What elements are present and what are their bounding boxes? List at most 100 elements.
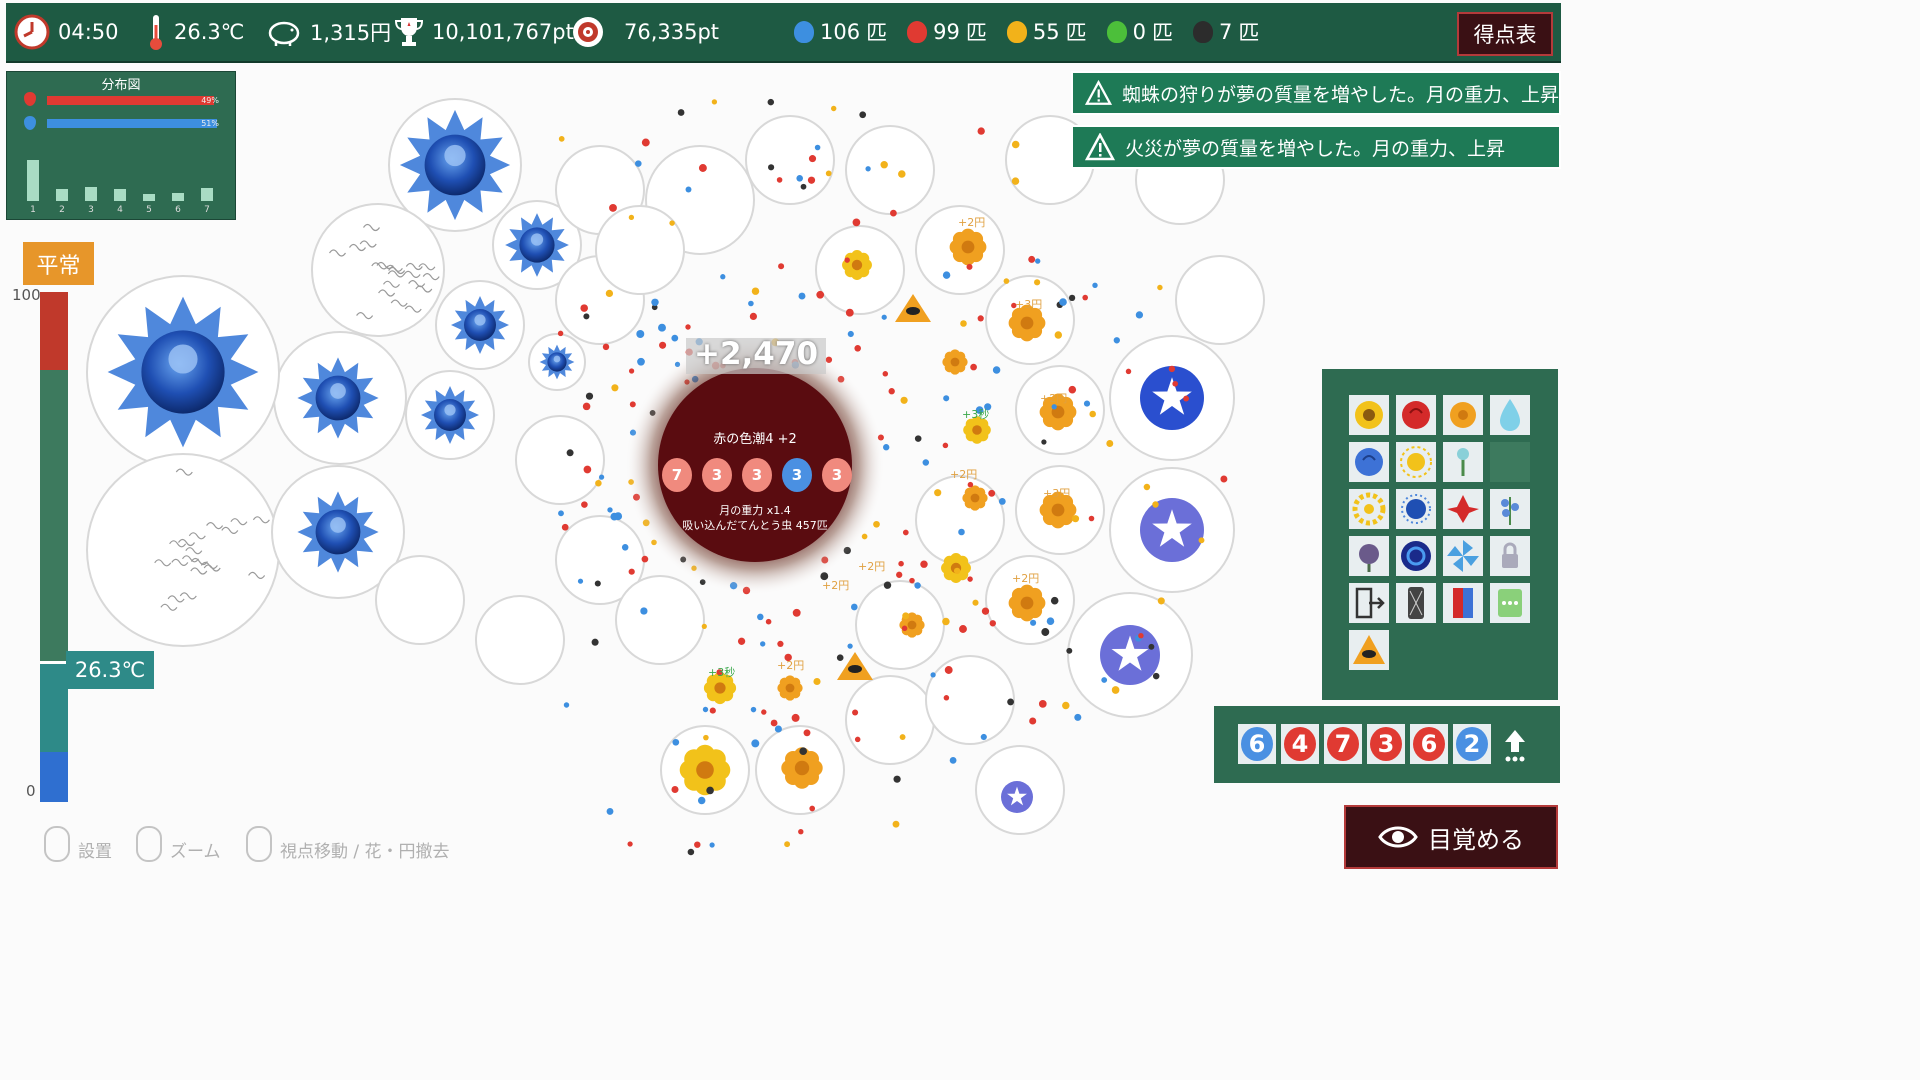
ladybug xyxy=(992,366,1001,374)
ladybug xyxy=(558,510,564,517)
garden-plot xyxy=(515,415,605,505)
ladybug xyxy=(944,666,953,674)
field-popup: +3秒 xyxy=(962,408,990,421)
marigold-flower[interactable] xyxy=(777,675,803,701)
ladybug xyxy=(698,164,707,172)
ladybug xyxy=(595,479,602,487)
ladybug xyxy=(854,736,861,743)
wake-up-button[interactable]: 目覚める xyxy=(1344,805,1558,869)
temperature-value: 26.3℃ xyxy=(174,20,245,44)
ladybug xyxy=(557,330,564,337)
ladybug xyxy=(850,603,858,611)
ladybug xyxy=(709,842,715,848)
palette-slot[interactable] xyxy=(1443,489,1483,529)
ladybug xyxy=(607,507,613,513)
eye-pyramid[interactable] xyxy=(895,294,931,322)
palette-slot[interactable] xyxy=(1396,442,1436,482)
marigold-flower[interactable] xyxy=(679,744,731,796)
ladybug xyxy=(852,218,861,227)
morning-glory-flower[interactable] xyxy=(1001,781,1033,813)
ladybug xyxy=(636,330,645,338)
ladybug-icon xyxy=(1106,21,1127,43)
upload-arrow-icon[interactable] xyxy=(1500,728,1530,764)
ladybug xyxy=(1003,278,1010,284)
marigold-flower[interactable] xyxy=(942,349,968,375)
palette-slot[interactable] xyxy=(1443,583,1483,623)
histogram-label: 7 xyxy=(204,205,210,215)
morning-glory-flower[interactable] xyxy=(1100,625,1160,685)
ladybug xyxy=(1074,713,1082,721)
palette-slot[interactable] xyxy=(1490,583,1530,623)
ladybug xyxy=(1068,385,1077,394)
palette-slot[interactable] xyxy=(1396,583,1436,623)
ladybug xyxy=(1125,368,1132,375)
marigold-flower[interactable] xyxy=(949,228,987,266)
tide-ladybug: 7 xyxy=(662,458,692,492)
palette-slot[interactable] xyxy=(1349,630,1389,670)
scoreboard-button[interactable]: 得点表 xyxy=(1457,12,1553,56)
ladybug xyxy=(972,599,979,606)
bug-count-unit: 匹 xyxy=(1065,21,1087,45)
ladybug-icon: 6 xyxy=(1413,727,1445,761)
ladybug xyxy=(706,786,714,795)
ladybug xyxy=(959,625,967,633)
morning-glory-flower[interactable] xyxy=(1140,366,1204,430)
palette-slot[interactable] xyxy=(1490,536,1530,576)
palette-slot[interactable] xyxy=(1396,536,1436,576)
bug-count-value: 0 xyxy=(1132,20,1146,44)
queued-ladybug: 2 xyxy=(1453,724,1491,764)
ladybug xyxy=(898,560,904,567)
ladybug xyxy=(777,640,784,648)
marigold-flower[interactable] xyxy=(1008,584,1046,622)
ladybug xyxy=(813,677,821,686)
bug-count-item: 106 匹 xyxy=(794,17,887,47)
red-drop-icon xyxy=(24,92,36,106)
palette-slot[interactable] xyxy=(1443,536,1483,576)
queued-ladybug: 4 xyxy=(1281,724,1319,764)
marigold-flower[interactable] xyxy=(842,250,872,280)
gauge-temperature-value: 26.3℃ xyxy=(66,651,154,689)
palette-slot[interactable] xyxy=(1490,489,1530,529)
palette-slot[interactable] xyxy=(1396,395,1436,435)
gauge-cold-zone xyxy=(40,752,68,802)
bug-count-unit: 匹 xyxy=(1238,21,1260,45)
ladybug xyxy=(1198,537,1205,544)
queued-ladybug-number: 3 xyxy=(1377,730,1395,758)
palette-slot[interactable] xyxy=(1349,583,1389,623)
ladybug xyxy=(890,209,897,217)
palette-slot[interactable] xyxy=(1443,395,1483,435)
palette-slot[interactable] xyxy=(1490,395,1530,435)
water-drop-icon xyxy=(1500,399,1520,431)
ladybug xyxy=(610,512,619,521)
garden-plot xyxy=(311,203,445,337)
field-popup: +2円 xyxy=(958,216,986,229)
ladybug xyxy=(816,290,825,299)
ladybug xyxy=(830,105,837,112)
palette-slot[interactable] xyxy=(1349,395,1389,435)
palette-slot[interactable] xyxy=(1349,536,1389,576)
palette-slot[interactable] xyxy=(1396,489,1436,529)
ladybug xyxy=(809,805,816,812)
money-value: 1,315円 xyxy=(310,21,392,45)
marigold-flower[interactable] xyxy=(962,485,988,511)
warning-icon xyxy=(1085,79,1112,105)
ladybug xyxy=(1007,698,1015,706)
ladybug xyxy=(901,625,908,632)
palette-slot[interactable] xyxy=(1349,489,1389,529)
ladybug xyxy=(847,330,854,338)
bug-count-unit: 匹 xyxy=(965,21,987,45)
ladybug xyxy=(628,568,635,575)
eye-pyramid-icon xyxy=(1353,635,1385,664)
ladybug xyxy=(988,489,996,497)
ladybug xyxy=(845,308,854,317)
blue-drop-icon xyxy=(24,116,36,130)
ladybug xyxy=(859,111,867,119)
morning-glory-flower[interactable] xyxy=(1140,498,1204,562)
ladybug xyxy=(967,576,973,582)
palette-slot[interactable] xyxy=(1349,442,1389,482)
bug-counts: 106 匹 99 匹 55 匹 0 匹 7 匹 xyxy=(794,3,1279,61)
palette-slot[interactable] xyxy=(1443,442,1483,482)
bug-count-item: 55 匹 xyxy=(1006,17,1087,47)
ladybug xyxy=(902,612,910,620)
queued-ladybug: 6 xyxy=(1410,724,1448,764)
